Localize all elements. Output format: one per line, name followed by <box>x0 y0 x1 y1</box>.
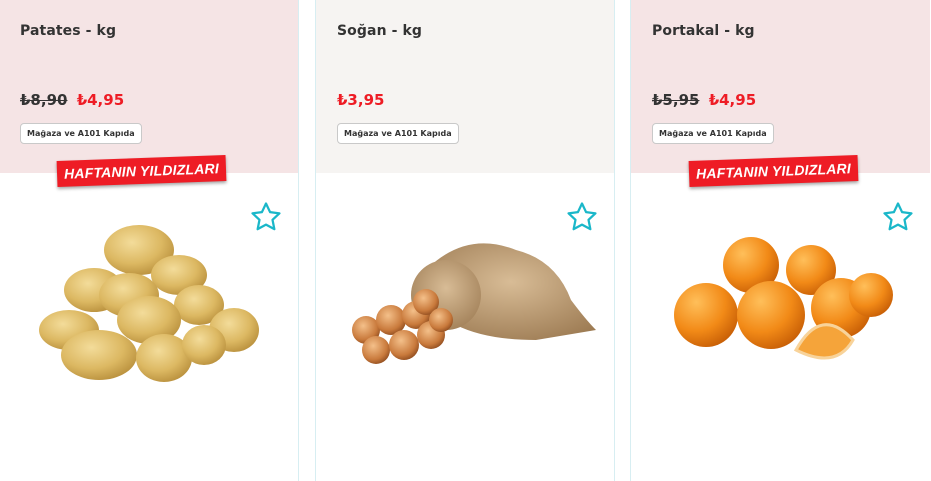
old-price: ₺5,95 <box>652 91 700 109</box>
old-price: ₺8,90 <box>20 91 68 109</box>
product-card[interactable]: Portakal - kg ₺5,95 ₺4,95 Mağaza ve A101… <box>630 0 930 481</box>
product-card[interactable]: Soğan - kg ₺3,95 Mağaza ve A101 Kapıda <box>315 0 615 481</box>
current-price: ₺4,95 <box>76 91 125 109</box>
product-card-header: Portakal - kg ₺5,95 ₺4,95 Mağaza ve A101… <box>631 0 930 173</box>
product-prices: ₺8,90 ₺4,95 <box>20 91 124 109</box>
product-grid: Patates - kg ₺8,90 ₺4,95 Mağaza ve A101 … <box>0 0 931 481</box>
potatoes-image[interactable] <box>0 190 299 410</box>
current-price: ₺4,95 <box>708 91 757 109</box>
availability-badge: Mağaza ve A101 Kapıda <box>20 123 142 144</box>
product-title[interactable]: Soğan - kg <box>337 23 422 39</box>
product-card-header: Patates - kg ₺8,90 ₺4,95 Mağaza ve A101 … <box>0 0 298 173</box>
product-prices: ₺3,95 <box>337 91 384 109</box>
onion-sack-image[interactable] <box>316 190 615 410</box>
weekly-stars-label: HAFTANIN YILDIZLARI <box>688 155 859 187</box>
availability-badge: Mağaza ve A101 Kapıda <box>337 123 459 144</box>
current-price: ₺3,95 <box>337 91 385 109</box>
availability-badge: Mağaza ve A101 Kapıda <box>652 123 774 144</box>
oranges-image[interactable] <box>631 190 930 410</box>
product-title[interactable]: Portakal - kg <box>652 23 755 39</box>
product-prices: ₺5,95 ₺4,95 <box>652 91 756 109</box>
weekly-stars-label: HAFTANIN YILDIZLARI <box>56 155 227 187</box>
product-card[interactable]: Patates - kg ₺8,90 ₺4,95 Mağaza ve A101 … <box>0 0 299 481</box>
product-title[interactable]: Patates - kg <box>20 23 116 39</box>
product-card-header: Soğan - kg ₺3,95 Mağaza ve A101 Kapıda <box>316 0 614 173</box>
